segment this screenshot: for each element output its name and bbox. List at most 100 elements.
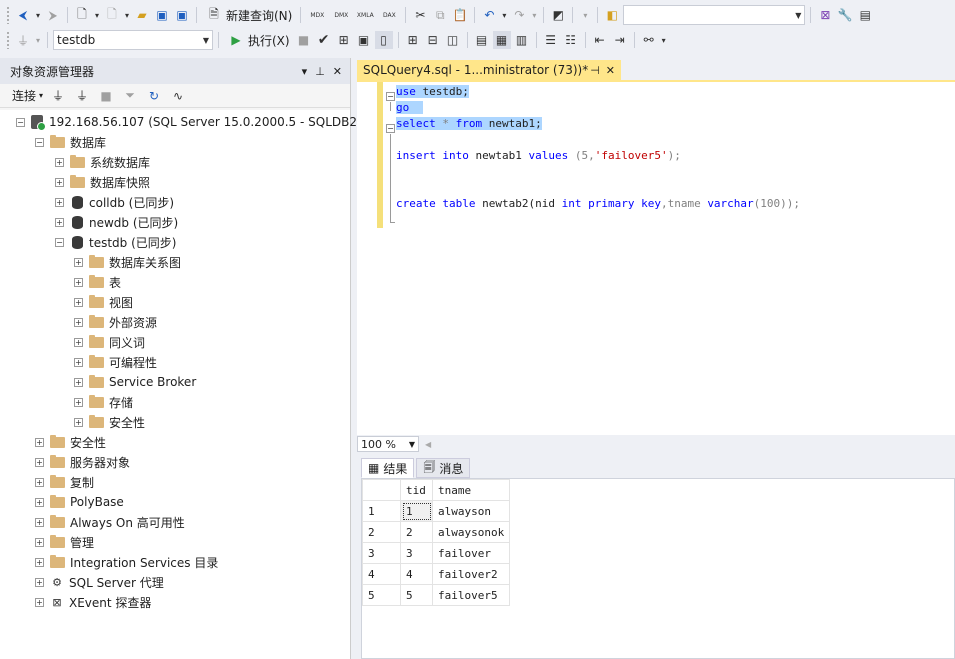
cell-tname[interactable]: alwayson bbox=[431, 500, 511, 522]
xmla-query-icon[interactable]: XMLA bbox=[354, 6, 376, 24]
tree-node[interactable]: + 外部资源 bbox=[74, 312, 157, 332]
expand-icon[interactable]: + bbox=[35, 577, 44, 587]
expand-icon[interactable]: + bbox=[74, 297, 83, 307]
expand-icon[interactable]: + bbox=[74, 377, 83, 387]
expand-icon[interactable]: + bbox=[74, 417, 83, 427]
cell-tid[interactable]: 5 bbox=[400, 584, 433, 606]
expand-icon[interactable]: + bbox=[35, 497, 44, 507]
search-combobox[interactable]: ▼ bbox=[623, 5, 806, 25]
pin-icon[interactable]: ⊥ bbox=[315, 65, 325, 78]
tree-node[interactable]: − testdb (已同步) bbox=[55, 232, 176, 252]
dropdown-arrow-icon[interactable]: ▾ bbox=[123, 6, 131, 24]
close-icon[interactable]: ✕ bbox=[606, 64, 615, 77]
tree-node[interactable]: + 安全性 bbox=[35, 432, 106, 452]
tree-node[interactable]: + 复制 bbox=[35, 472, 94, 492]
expand-icon[interactable]: + bbox=[55, 177, 64, 187]
live-stats-icon[interactable]: ⊟ bbox=[424, 31, 442, 49]
results-to-file-icon[interactable]: ▥ bbox=[513, 31, 531, 49]
cell-tname[interactable]: failover2 bbox=[431, 563, 511, 585]
expand-icon[interactable]: + bbox=[35, 517, 44, 527]
activity-monitor-icon[interactable]: ◩ bbox=[549, 6, 567, 24]
table-row[interactable]: 3 3 failover bbox=[362, 542, 511, 564]
expand-icon[interactable]: + bbox=[35, 597, 44, 607]
parse-check-icon[interactable]: ✔ bbox=[315, 31, 333, 49]
intellisense-icon[interactable]: ▯ bbox=[374, 31, 393, 49]
add-item-icon[interactable]: 🗋 bbox=[103, 6, 121, 24]
collapse-icon[interactable]: − bbox=[35, 137, 44, 147]
tree-node[interactable]: − 192.168.56.107 (SQL Server 15.0.2000.5 … bbox=[16, 112, 369, 132]
expand-icon[interactable]: + bbox=[74, 397, 83, 407]
estimated-plan-icon[interactable]: ⊞ bbox=[335, 31, 353, 49]
tree-node[interactable]: + 同义词 bbox=[74, 332, 145, 352]
tree-node[interactable]: − 数据库 bbox=[35, 132, 106, 152]
collapse-icon[interactable]: − bbox=[55, 237, 64, 247]
toolbar-grip[interactable] bbox=[6, 6, 10, 24]
decrease-indent-icon[interactable]: ⇤ bbox=[591, 31, 609, 49]
filter-icon[interactable]: ⏷ bbox=[121, 87, 139, 105]
mdx-query-icon[interactable]: MDX bbox=[306, 6, 328, 24]
wrench-icon[interactable]: 🔧 bbox=[836, 6, 854, 24]
activity-icon[interactable]: ∿ bbox=[169, 87, 187, 105]
dropdown-arrow-icon[interactable]: ▾ bbox=[34, 6, 42, 24]
tree-node[interactable]: + ⊠ XEvent 探查器 bbox=[35, 592, 151, 612]
disconnect-icon[interactable]: ⏚ bbox=[73, 87, 91, 105]
dropdown-arrow-icon[interactable]: ▾ bbox=[34, 31, 42, 49]
close-icon[interactable]: ✕ bbox=[333, 65, 342, 78]
zoom-selector[interactable]: 100 % ▼ bbox=[357, 436, 419, 452]
tree-node[interactable]: + 可编程性 bbox=[74, 352, 157, 372]
tree-node[interactable]: + 存储 bbox=[74, 392, 133, 412]
tree-node[interactable]: + Integration Services 目录 bbox=[35, 552, 218, 572]
chevron-down-icon[interactable]: ▼ bbox=[795, 11, 801, 20]
dropdown-arrow-icon[interactable]: ▾ bbox=[578, 6, 592, 24]
column-header[interactable]: tname bbox=[431, 479, 511, 501]
toolbar-grip[interactable] bbox=[6, 31, 10, 49]
tree-node[interactable]: + 视图 bbox=[74, 292, 133, 312]
tree-node[interactable]: + Always On 高可用性 bbox=[35, 512, 185, 532]
column-header[interactable]: tid bbox=[400, 479, 433, 501]
cell-tname[interactable]: failover bbox=[431, 542, 511, 564]
cell-tid[interactable]: 4 bbox=[400, 563, 433, 585]
collapse-icon[interactable]: − bbox=[16, 117, 25, 127]
tree-node[interactable]: + 管理 bbox=[35, 532, 94, 552]
comment-icon[interactable]: ☰ bbox=[542, 31, 560, 49]
table-row[interactable]: 4 4 failover2 bbox=[362, 563, 511, 585]
row-number[interactable]: 4 bbox=[362, 563, 401, 585]
row-number[interactable]: 3 bbox=[362, 542, 401, 564]
tree-node[interactable]: + 数据库快照 bbox=[55, 172, 150, 192]
expand-icon[interactable]: + bbox=[55, 197, 64, 207]
refresh-icon[interactable]: ↻ bbox=[145, 87, 163, 105]
database-selector[interactable]: testdb ▼ bbox=[53, 30, 213, 50]
visual-studio-icon[interactable]: ⊠ bbox=[816, 6, 834, 24]
new-project-icon[interactable]: 🗋 bbox=[73, 6, 91, 24]
tree-node[interactable]: + newdb (已同步) bbox=[55, 212, 178, 232]
increase-indent-icon[interactable]: ⇥ bbox=[611, 31, 629, 49]
dmx-query-icon[interactable]: DMX bbox=[330, 6, 352, 24]
paste-icon[interactable]: 📋 bbox=[451, 6, 469, 24]
dropdown-arrow-icon[interactable]: ▾ bbox=[530, 6, 538, 24]
tree-node[interactable]: + ⚙ SQL Server 代理 bbox=[35, 572, 164, 592]
undo-icon[interactable]: ↶ bbox=[480, 6, 498, 24]
expand-icon[interactable]: + bbox=[55, 217, 64, 227]
window-position-icon[interactable]: ▾ bbox=[302, 65, 308, 78]
connect-icon[interactable]: ⏚ bbox=[14, 31, 32, 49]
redo-icon[interactable]: ↷ bbox=[510, 6, 528, 24]
open-folder-icon[interactable]: ▰ bbox=[133, 6, 151, 24]
tab-messages[interactable]: 🗐 消息 bbox=[416, 458, 471, 478]
connect-plug-icon[interactable]: ⏚ bbox=[49, 87, 67, 105]
expand-icon[interactable]: + bbox=[35, 477, 44, 487]
specify-values-icon[interactable]: ⚯ bbox=[640, 31, 658, 49]
forward-icon[interactable]: ⮞ bbox=[44, 6, 62, 24]
cut-icon[interactable]: ✂ bbox=[411, 6, 429, 24]
find-in-files-icon[interactable]: ◧ bbox=[603, 6, 621, 24]
dropdown-arrow-icon[interactable]: ▾ bbox=[500, 6, 508, 24]
query-tab[interactable]: SQLQuery4.sql - 1...ministrator (73))* ⊣… bbox=[357, 60, 621, 80]
table-row[interactable]: 1 1 alwayson bbox=[362, 500, 511, 522]
row-number[interactable]: 1 bbox=[362, 500, 401, 522]
query-designer-icon[interactable]: ▣ bbox=[355, 31, 373, 49]
save-icon[interactable]: ▣ bbox=[153, 6, 171, 24]
expand-icon[interactable]: + bbox=[35, 537, 44, 547]
dropdown-arrow-icon[interactable]: ▾ bbox=[93, 6, 101, 24]
tab-results[interactable]: ▦ 结果 bbox=[361, 458, 415, 478]
expand-icon[interactable]: + bbox=[35, 457, 44, 467]
expand-icon[interactable]: + bbox=[35, 557, 44, 567]
